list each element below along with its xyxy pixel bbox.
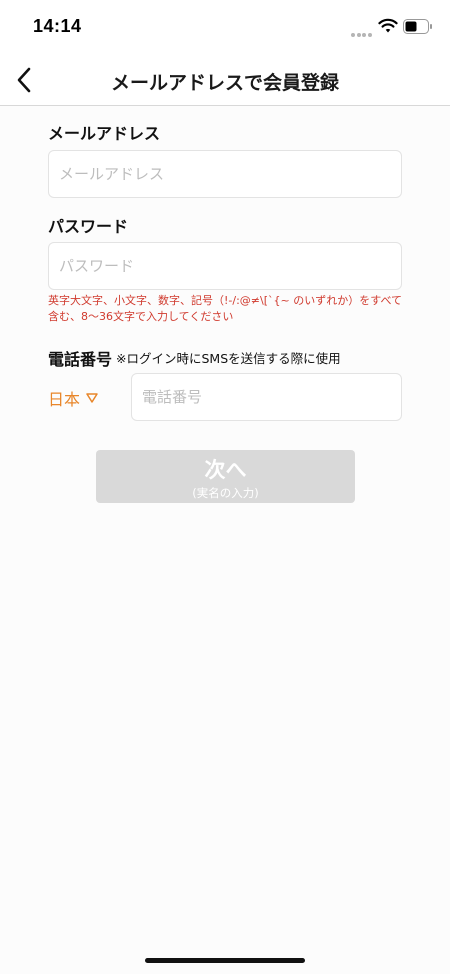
country-select[interactable]: 日本 [48,386,98,410]
battery-icon [403,19,432,34]
password-label: パスワード [48,217,129,236]
country-value: 日本 [48,390,81,409]
next-button-sublabel: (実名の入力) [192,486,259,500]
email-field[interactable] [48,150,402,198]
phone-label: 電話番号 [48,350,113,369]
password-hint: 英字大文字、小文字、数字、記号（!-/:@≠\[`{~ のいずれか）をすべて含む… [48,294,403,323]
triangle-down-icon [86,393,98,403]
password-field[interactable] [48,242,402,290]
phone-note: ※ログイン時にSMSを送信する際に使用 [116,351,341,366]
next-button[interactable]: 次へ (実名の入力) [96,450,355,503]
email-label: メールアドレス [48,124,161,143]
next-button-label: 次へ [204,458,247,482]
page-title: メールアドレスで会員登録 [110,72,339,94]
phone-field[interactable] [131,373,402,421]
home-indicator [145,958,305,963]
signal-dots-icon [351,22,373,37]
status-time: 14:14 [33,16,82,36]
wifi-icon [378,18,398,33]
nav-bar: メールアドレスで会員登録 [0,54,450,106]
status-bar: 14:14 [0,0,450,54]
